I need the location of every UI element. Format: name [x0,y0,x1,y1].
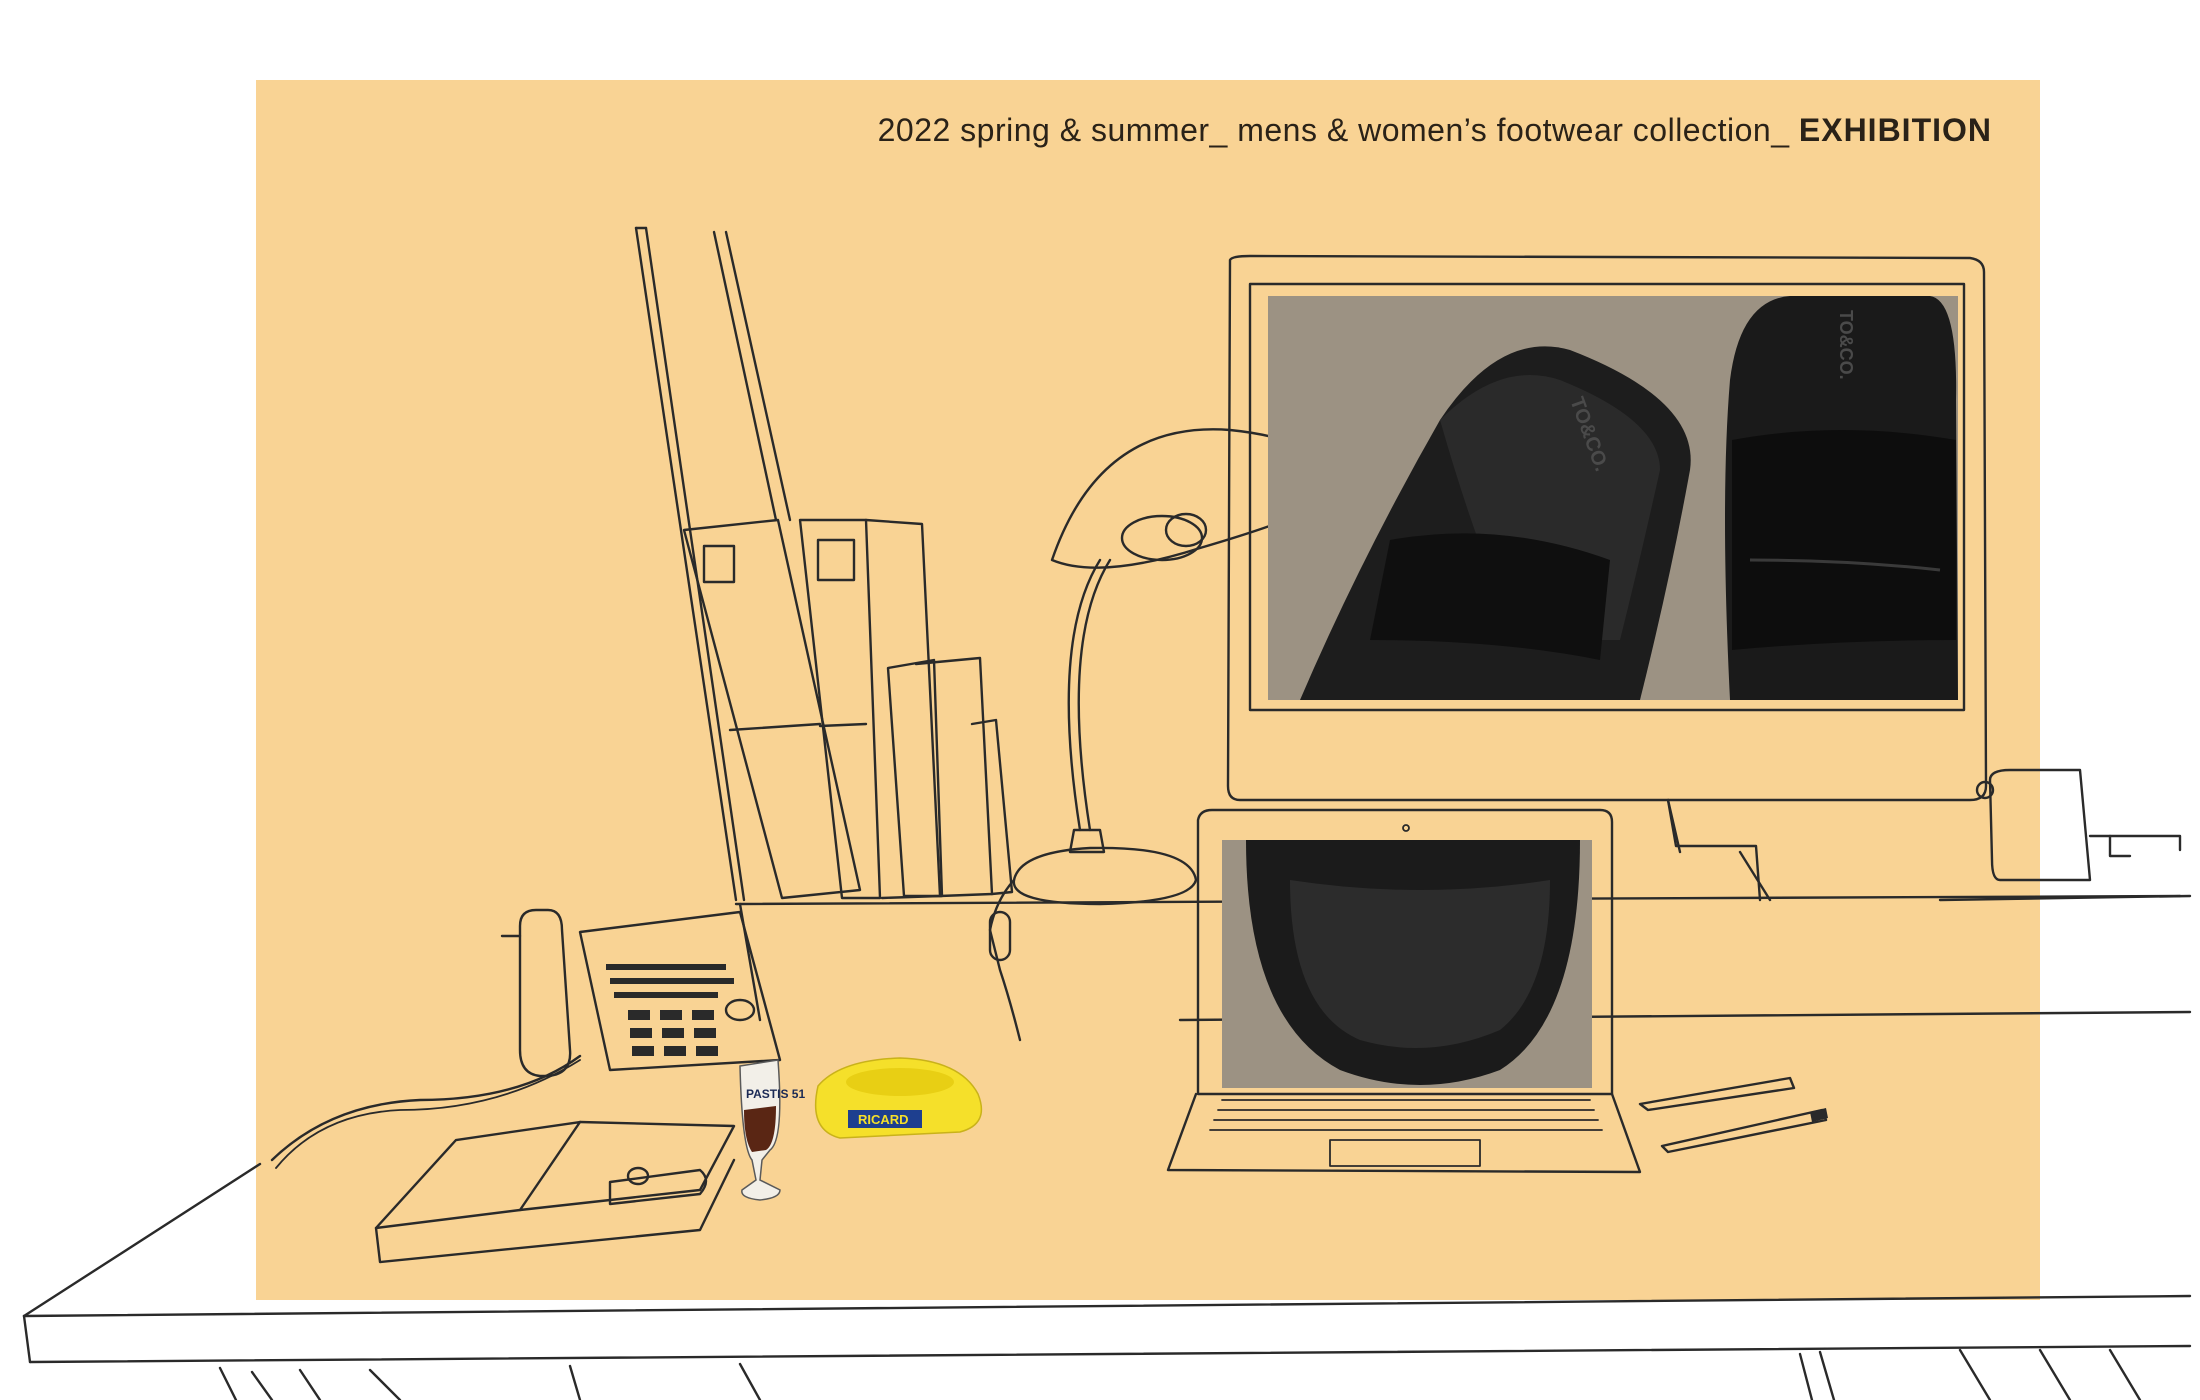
desk-illustration: TO&CO. TO&CO. PASTIS 51 RICARD [22,226,2192,1400]
shoe-brand-right: TO&CO. [1836,310,1856,380]
pencils [1638,1076,1828,1154]
monitor-shoe-photo: TO&CO. TO&CO. [1268,296,1958,700]
pastis-glass: PASTIS 51 [739,1059,805,1201]
desk [22,1162,2192,1400]
glass-label: PASTIS 51 [746,1087,805,1101]
pencil-sharpener [1975,768,2182,882]
window-frame [634,226,792,902]
ricard-ashtray: RICARD [814,1057,983,1139]
ashtray-label: RICARD [858,1112,909,1127]
binders-and-books [682,518,1014,900]
laptop-sandal-photo [1222,840,1592,1088]
leather-organizer [374,1120,736,1264]
